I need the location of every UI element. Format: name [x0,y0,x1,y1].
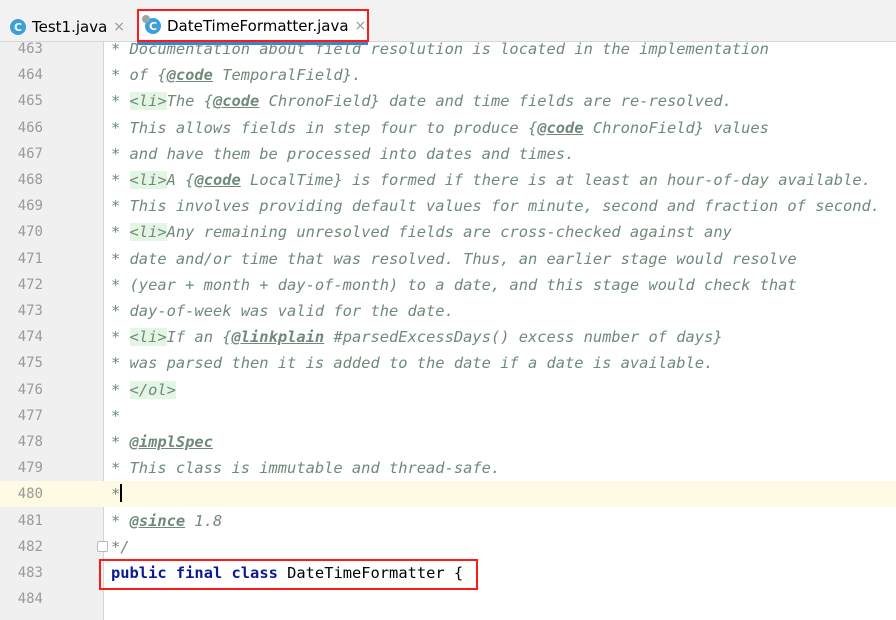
line-number: 483 [17,565,43,581]
close-tab-icon[interactable]: × [355,18,367,34]
text-caret [120,484,123,503]
line-number: 482 [17,538,43,555]
comment-text[interactable]: * date and/or time that was resolved. Th… [111,246,797,272]
comment-text[interactable]: * <li>A {@code LocalTime} is formed if t… [111,167,871,193]
code-line[interactable]: 477 * [0,403,896,429]
code-line[interactable]: 467 * and have them be processed into dat… [0,141,896,167]
comment-text[interactable]: * (year + month + day-of-month) to a dat… [111,272,797,298]
code-line[interactable]: 468 * <li>A {@code LocalTime} is formed i… [0,167,896,193]
comment-text[interactable]: * <li>If an {@linkplain #parsedExcessDay… [111,324,723,350]
java-class-readonly-icon: C [142,15,161,34]
code-line[interactable]: 483 public final class DateTimeFormatter … [0,560,896,586]
line-number: 484 [17,591,43,608]
comment-text[interactable]: * day-of-week was valid for the date. [111,298,454,324]
line-number: 469 [17,198,43,215]
code-line[interactable]: 472 * (year + month + day-of-month) to a … [0,272,896,298]
code-line[interactable]: 470 * <li>Any remaining unresolved fields… [0,219,896,245]
code-line[interactable]: 484 [0,586,896,612]
line-number: 477 [17,407,43,424]
line-number: 472 [17,276,43,293]
line-number: 466 [17,119,43,136]
code-line[interactable]: 480 * [0,481,896,508]
comment-text[interactable]: * </ol> [111,377,176,403]
class-declaration[interactable]: public final class DateTimeFormatter { [111,560,463,586]
comment-text[interactable]: * was parsed then it is added to the dat… [111,350,713,376]
line-number: 471 [17,250,43,267]
tab-label: DateTimeFormatter.java [167,17,349,35]
close-tab-icon[interactable]: × [113,19,125,35]
line-number: 476 [17,381,43,398]
line-number: 468 [17,172,43,188]
code-line[interactable]: 479 * This class is immutable and thread-… [0,455,896,481]
code-line[interactable]: 463 * Documentation about field resolutio… [0,36,896,62]
line-number: 463 [17,41,43,57]
line-number: 473 [17,303,43,319]
comment-text[interactable]: * Documentation about field resolution i… [111,36,769,62]
code-line[interactable]: 473 * day-of-week was valid for the date. [0,298,896,324]
comment-text[interactable]: * and have them be processed into dates … [111,141,574,167]
line-number: 464 [17,67,43,84]
line-number: 467 [17,145,43,162]
line-number: 474 [17,329,43,346]
line-number: 478 [17,434,43,450]
comment-text[interactable]: * [111,403,120,429]
code-line[interactable]: 474 * <li>If an {@linkplain #parsedExcess… [0,324,896,350]
code-line[interactable]: 475 * was parsed then it is added to the … [0,350,896,376]
code-line[interactable]: 466 * This allows fields in step four to … [0,115,896,141]
tab-label: Test1.java [32,18,108,36]
line-number: 481 [17,512,43,529]
java-class-icon: C [10,19,26,35]
fold-marker-icon[interactable] [97,541,108,552]
comment-text[interactable]: * @implSpec [111,429,213,455]
line-number: 479 [17,460,43,477]
code-line[interactable]: 478 * @implSpec [0,429,896,455]
comment-text[interactable]: * This class is immutable and thread-saf… [111,455,500,481]
code-line[interactable]: 469 * This involves providing default val… [0,193,896,219]
code-line[interactable]: 471 * date and/or time that was resolved.… [0,246,896,272]
comment-text[interactable]: * This allows fields in step four to pro… [111,115,769,141]
line-number: 470 [17,224,43,241]
code-line[interactable]: 481 * @since 1.8 [0,508,896,534]
comment-text[interactable]: * <li>Any remaining unresolved fields ar… [111,219,732,245]
comment-text[interactable]: * <li>The {@code ChronoField} date and t… [111,88,732,114]
code-line[interactable]: 464 * of {@code TemporalField}. [0,62,896,88]
comment-text[interactable]: */ [111,534,130,560]
line-number: 480 [17,486,43,503]
code-line[interactable]: 482 */ [0,534,896,560]
comment-text[interactable]: * This involves providing default values… [111,193,880,219]
line-number: 475 [17,355,43,372]
comment-text[interactable]: * [111,481,123,507]
line-number: 465 [17,93,43,110]
code-line[interactable]: 465 * <li>The {@code ChronoField} date an… [0,88,896,114]
comment-text[interactable]: * @since 1.8 [111,508,222,534]
code-line[interactable]: 476 * </ol> [0,377,896,403]
comment-text[interactable]: * of {@code TemporalField}. [111,62,361,88]
